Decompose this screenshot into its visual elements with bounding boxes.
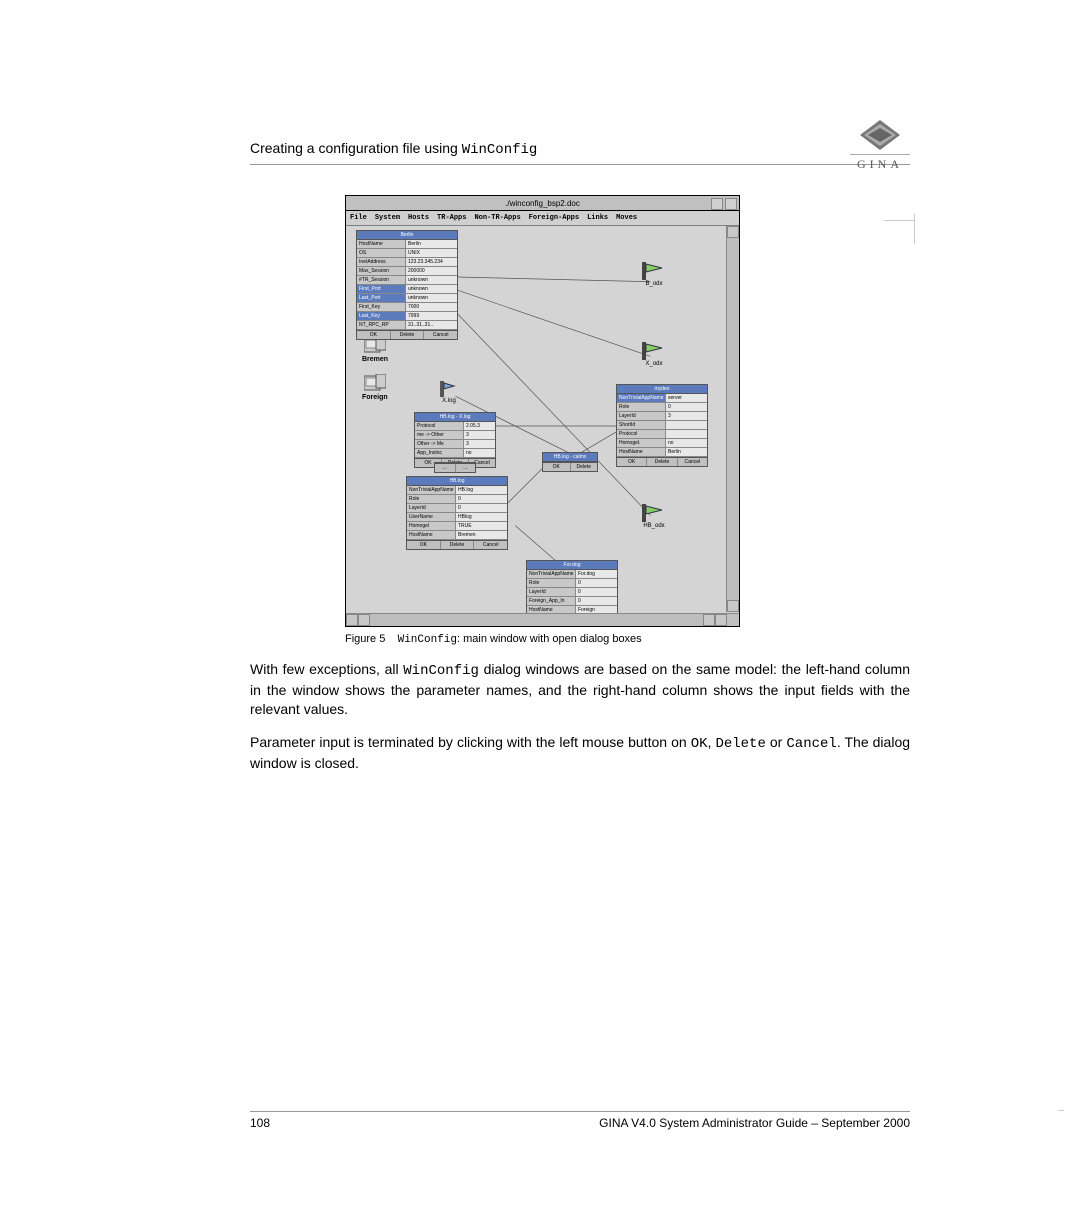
panel-hblog-xlog[interactable]: HB.log - X.log Protocol2.05.3 me -> Othe… xyxy=(414,412,496,468)
app-label-xlog: X.log xyxy=(440,398,458,404)
panel-berlin[interactable]: Berlin HostNameBerlin OSUNIX InetAddress… xyxy=(356,230,458,340)
vertical-scrollbar[interactable] xyxy=(726,226,739,612)
delete-button[interactable]: Delete xyxy=(391,331,425,339)
page-number: 108 xyxy=(250,1116,270,1130)
figure-screenshot: ./winconfig_bsp2.doc File System Hosts T… xyxy=(345,195,740,646)
ok-button[interactable]: OK xyxy=(407,541,441,549)
figure-caption: Figure 5 WinConfig: main window with ope… xyxy=(345,633,740,646)
ok-button[interactable]: OK xyxy=(543,463,571,471)
host-label-bremen: Bremen xyxy=(362,356,388,363)
delete-button[interactable]: Delete xyxy=(571,463,598,471)
panel-title: HB.log xyxy=(407,477,507,486)
horizontal-scrollbar[interactable] xyxy=(346,613,727,626)
ok-button[interactable]: OK xyxy=(357,331,391,339)
footer-right: GINA V4.0 System Administrator Guide – S… xyxy=(599,1116,910,1130)
menu-moves[interactable]: Moves xyxy=(616,214,637,222)
menu-hosts[interactable]: Hosts xyxy=(408,214,429,222)
menu-non-tr-apps[interactable]: Non-TR-Apps xyxy=(474,214,520,222)
page-header: Creating a configuration file using WinC… xyxy=(250,140,910,158)
menu-file[interactable]: File xyxy=(350,214,367,222)
panel-title: mydee xyxy=(617,385,707,394)
logo-text: GINA xyxy=(850,154,910,172)
menu-system[interactable]: System xyxy=(375,214,400,222)
cancel-button[interactable]: Cancel xyxy=(474,541,507,549)
logo: GINA xyxy=(850,120,910,172)
panel-title: HB.log - X.log xyxy=(415,413,495,422)
node-x-odx[interactable]: X_odx xyxy=(642,342,666,367)
host-icon-bremen[interactable]: Bremen xyxy=(362,336,388,363)
window-title: ./winconfig_bsp2.doc xyxy=(505,199,580,208)
node-hb-odx[interactable]: HB_odx xyxy=(642,504,666,529)
panel-mydee[interactable]: mydee NonTrivialAppNameserver Role0 Laye… xyxy=(616,384,708,467)
app-icon-xlog[interactable]: X.log xyxy=(440,381,458,404)
panel-title: HB.log - calmx xyxy=(543,453,597,462)
winconfig-canvas[interactable]: Bremen Foreign Berlin HostNameBerlin OSU… xyxy=(346,226,739,626)
window-titlebar: ./winconfig_bsp2.doc xyxy=(346,196,739,211)
panel-hblog-appbar[interactable]: ...... xyxy=(434,462,476,473)
cancel-button[interactable]: Cancel xyxy=(424,331,457,339)
node-label: X_odx xyxy=(642,361,666,367)
ok-button[interactable]: OK xyxy=(617,458,647,466)
delete-button[interactable]: Delete xyxy=(441,541,475,549)
panel-title: Berlin xyxy=(357,231,457,240)
menu-links[interactable]: Links xyxy=(587,214,608,222)
host-label-foreign: Foreign xyxy=(362,394,388,401)
node-label: B_odx xyxy=(642,281,666,287)
page-footer: 108 GINA V4.0 System Administrator Guide… xyxy=(250,1111,910,1130)
panel-hblog[interactable]: HB.log NonTrivialAppNameHB.log Role0 Lay… xyxy=(406,476,508,550)
delete-button[interactable]: Delete xyxy=(647,458,677,466)
menubar[interactable]: File System Hosts TR-Apps Non-TR-Apps Fo… xyxy=(346,211,739,226)
cancel-button[interactable]: Cancel xyxy=(678,458,707,466)
panel-title: For.dog xyxy=(527,561,617,570)
window-controls[interactable] xyxy=(711,198,737,210)
host-icon-foreign[interactable]: Foreign xyxy=(362,374,388,401)
header-code: WinConfig xyxy=(462,142,538,158)
menu-tr-apps[interactable]: TR-Apps xyxy=(437,214,466,222)
node-label: HB_odx xyxy=(642,523,666,529)
paragraph-2: Parameter input is terminated by clickin… xyxy=(250,733,910,773)
menu-foreign-apps[interactable]: Foreign-Apps xyxy=(529,214,579,222)
header-prefix: Creating a configuration file using xyxy=(250,140,458,156)
paragraph-1: With few exceptions, all WinConfig dialo… xyxy=(250,660,910,719)
node-b-odx[interactable]: B_odx xyxy=(642,262,666,287)
panel-hblog-calmx[interactable]: HB.log - calmx OKDelete xyxy=(542,452,598,472)
